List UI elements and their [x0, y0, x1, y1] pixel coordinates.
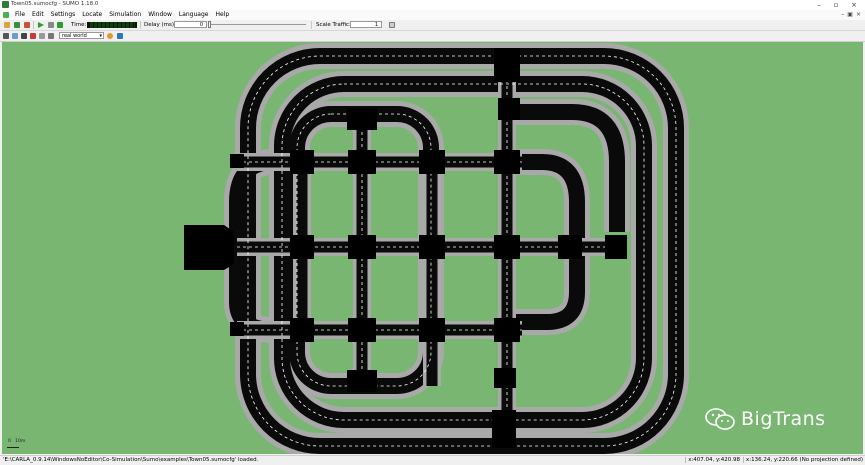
- menu-simulation[interactable]: Simulation: [108, 11, 142, 18]
- chevron-down-icon: ▾: [99, 33, 102, 39]
- scheme-select[interactable]: real world ▾: [59, 32, 104, 39]
- road-network-map: [184, 43, 689, 454]
- select-icon[interactable]: [30, 33, 36, 39]
- scale-traffic-apply-icon[interactable]: [389, 22, 395, 28]
- mdi-restore-icon[interactable]: ▣: [847, 11, 853, 18]
- cursor-coordinates: x:407.04, y:420.98: [685, 457, 740, 463]
- step-icon[interactable]: [57, 22, 63, 28]
- menu-window[interactable]: Window: [147, 11, 173, 18]
- mdi-minimize-icon[interactable]: –: [841, 11, 844, 18]
- edit-viewport-icon[interactable]: [48, 33, 54, 39]
- color-scheme-icon[interactable]: [107, 33, 113, 39]
- zoom-icon[interactable]: [21, 33, 27, 39]
- delay-label: Delay (ms):: [144, 22, 176, 28]
- scale-bar-label: 0 10m: [8, 439, 25, 444]
- stop-icon[interactable]: [48, 22, 54, 28]
- time-label: Time:: [71, 22, 87, 28]
- minimize-button[interactable]: –: [811, 0, 827, 10]
- sumo-menu-icon: [3, 12, 9, 18]
- network-canvas[interactable]: 0 10m: [2, 42, 863, 454]
- menu-locate[interactable]: Locate: [81, 11, 103, 18]
- delay-slider-track[interactable]: [210, 24, 306, 25]
- watermark: BigTrans: [705, 408, 826, 430]
- sumo-app-icon: [2, 1, 9, 8]
- run-icon[interactable]: [38, 22, 44, 28]
- open-folder-icon[interactable]: [4, 22, 10, 28]
- scale-zero: 0: [8, 439, 11, 444]
- mdi-close-icon[interactable]: ×: [856, 11, 861, 18]
- scale-traffic-label: Scale Traffic:: [316, 22, 351, 28]
- menu-edit[interactable]: Edit: [31, 11, 45, 18]
- geo-coordinates: x:136.24, y:220.66 (No projection define…: [743, 457, 863, 463]
- scheme-select-value: real world: [62, 33, 87, 39]
- recenter-icon[interactable]: [3, 33, 9, 39]
- close-button[interactable]: ×: [846, 0, 862, 10]
- menu-file[interactable]: File: [14, 11, 26, 18]
- maximize-button[interactable]: ▫: [828, 0, 844, 10]
- status-message: 'E:\CARLA_0.9.14\WindowsNoEditor\Co-Simu…: [3, 457, 259, 463]
- delay-slider-thumb[interactable]: [208, 21, 211, 28]
- simulation-toolbar: Time: Delay (ms): 0 Scale Traffic: 1: [0, 20, 865, 31]
- locate-icon[interactable]: [12, 33, 18, 39]
- watermark-text: BigTrans: [741, 408, 826, 430]
- scale-bar: [7, 447, 19, 448]
- window-title: Town05.sumocfg - SUMO 1.18.0: [11, 1, 99, 7]
- wechat-icon: [705, 408, 735, 430]
- scale-length: 10m: [15, 439, 26, 444]
- menu-help[interactable]: Help: [214, 11, 230, 18]
- screenshot-icon[interactable]: [39, 33, 45, 39]
- menu-language[interactable]: Language: [178, 11, 210, 18]
- open-network-icon[interactable]: [14, 22, 20, 28]
- title-bar: Town05.sumocfg - SUMO 1.18.0 – ▫ ×: [0, 0, 865, 10]
- menu-settings[interactable]: Settings: [50, 11, 77, 18]
- view-settings-icon[interactable]: [117, 33, 123, 39]
- reload-icon[interactable]: [24, 22, 30, 28]
- view-toolbar: real world ▾: [0, 31, 865, 42]
- time-digits: [90, 22, 135, 28]
- scale-traffic-spinner[interactable]: 1: [350, 21, 382, 28]
- delay-spinner[interactable]: 0: [174, 21, 207, 28]
